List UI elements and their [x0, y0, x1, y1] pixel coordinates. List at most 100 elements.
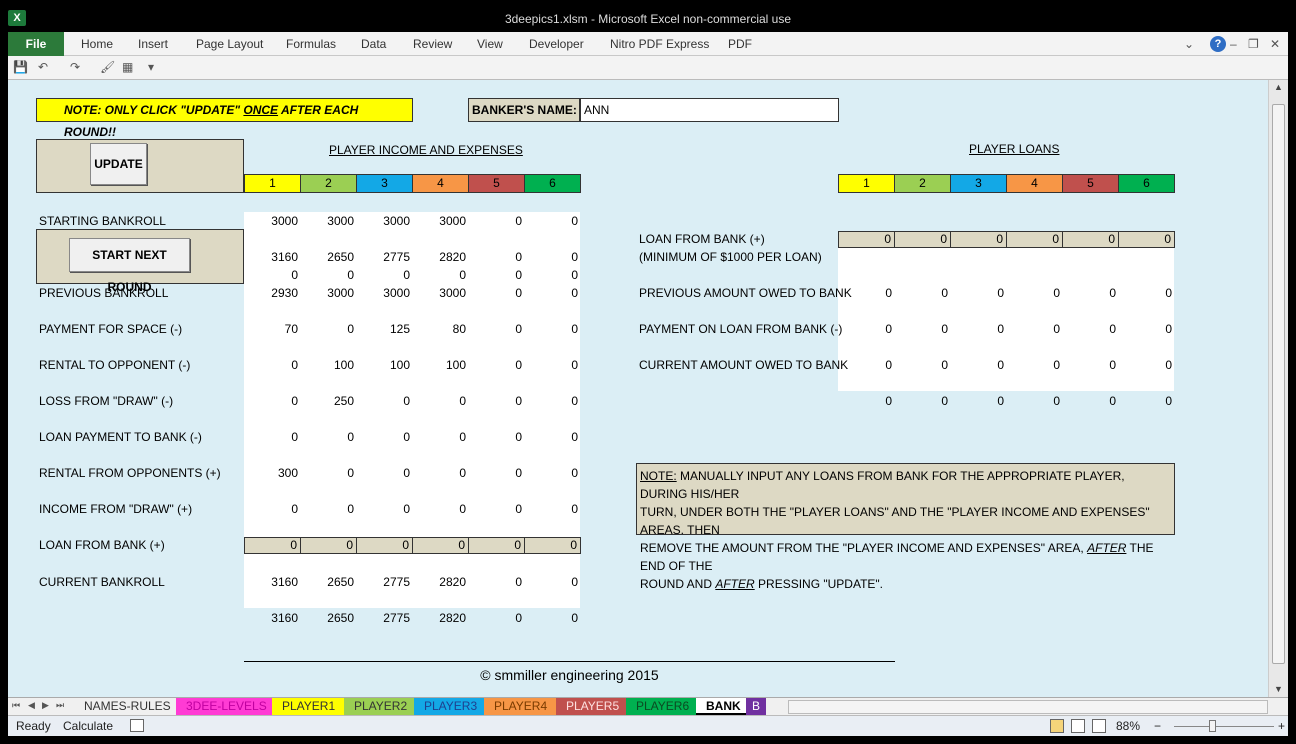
- income-cell[interactable]: 0: [356, 394, 410, 408]
- loan-cell[interactable]: 0: [950, 358, 1004, 372]
- loan-cell[interactable]: 0: [1062, 286, 1116, 300]
- income-cell[interactable]: 3000: [412, 214, 466, 228]
- sheet-tab[interactable]: 3DEE-LEVELS: [176, 698, 277, 715]
- income-cell[interactable]: 0: [244, 537, 301, 554]
- income-cell[interactable]: 0: [356, 466, 410, 480]
- income-cell[interactable]: 3000: [356, 214, 410, 228]
- tab-pdf[interactable]: PDF: [728, 37, 752, 51]
- tab-formulas[interactable]: Formulas: [286, 37, 336, 51]
- macro-record-icon[interactable]: [130, 719, 144, 732]
- income-cell[interactable]: 0: [300, 322, 354, 336]
- normal-view-icon[interactable]: [1050, 719, 1064, 733]
- vertical-scroll-thumb[interactable]: [1272, 104, 1285, 664]
- help-icon[interactable]: ?: [1210, 36, 1226, 52]
- income-cell[interactable]: 2775: [356, 575, 410, 589]
- income-cell[interactable]: 0: [412, 537, 469, 554]
- income-cell[interactable]: 0: [524, 466, 578, 480]
- sheet-tab[interactable]: BANK: [696, 698, 751, 715]
- income-cell[interactable]: 0: [468, 250, 522, 264]
- vertical-scrollbar[interactable]: ▲ ▼: [1268, 80, 1288, 697]
- income-cell[interactable]: 125: [356, 322, 410, 336]
- loan-cell[interactable]: 0: [1118, 394, 1172, 408]
- income-cell[interactable]: 0: [356, 502, 410, 516]
- income-cell[interactable]: 0: [356, 537, 413, 554]
- tab-insert[interactable]: Insert: [138, 37, 168, 51]
- income-cell[interactable]: 0: [300, 466, 354, 480]
- income-cell[interactable]: 0: [468, 575, 522, 589]
- sheet-tab[interactable]: PLAYER3: [414, 698, 488, 715]
- banker-name-cell[interactable]: ANN: [580, 98, 839, 122]
- income-cell[interactable]: 0: [244, 394, 298, 408]
- income-cell[interactable]: 70: [244, 322, 298, 336]
- income-cell[interactable]: 0: [468, 430, 522, 444]
- minimize-ribbon-icon[interactable]: ⌄: [1184, 37, 1194, 51]
- income-cell[interactable]: 2820: [412, 611, 466, 625]
- file-tab[interactable]: File: [8, 32, 64, 56]
- tab-page-layout[interactable]: Page Layout: [196, 37, 263, 51]
- income-cell[interactable]: 0: [412, 430, 466, 444]
- income-cell[interactable]: 0: [524, 286, 578, 300]
- loan-cell[interactable]: 0: [950, 286, 1004, 300]
- income-cell[interactable]: 0: [244, 358, 298, 372]
- next-sheet-icon[interactable]: ▶: [42, 700, 49, 711]
- zoom-in-icon[interactable]: +: [1278, 719, 1285, 733]
- loan-cell[interactable]: 0: [950, 322, 1004, 336]
- page-break-view-icon[interactable]: [1092, 719, 1106, 733]
- sheet-tab[interactable]: PLAYER4: [484, 698, 558, 715]
- income-cell[interactable]: 0: [300, 430, 354, 444]
- income-cell[interactable]: 0: [356, 430, 410, 444]
- income-cell[interactable]: 0: [524, 250, 578, 264]
- income-cell[interactable]: 0: [468, 537, 525, 554]
- income-cell[interactable]: 3000: [244, 214, 298, 228]
- income-cell[interactable]: 0: [468, 394, 522, 408]
- sheet-tab[interactable]: PLAYER1: [272, 698, 346, 715]
- income-cell[interactable]: 250: [300, 394, 354, 408]
- workbook-minimize-icon[interactable]: –: [1230, 37, 1237, 51]
- income-cell[interactable]: 0: [244, 502, 298, 516]
- loan-cell[interactable]: 0: [1062, 394, 1116, 408]
- sheet-tab[interactable]: PLAYER5: [556, 698, 630, 715]
- loan-cell[interactable]: 0: [838, 286, 892, 300]
- income-cell[interactable]: 0: [524, 214, 578, 228]
- income-cell[interactable]: 3160: [244, 575, 298, 589]
- loan-cell[interactable]: 0: [894, 358, 948, 372]
- undo-icon[interactable]: ↶: [38, 60, 48, 74]
- loan-cell[interactable]: 0: [838, 394, 892, 408]
- update-button[interactable]: UPDATE: [90, 143, 147, 185]
- sheet-tab[interactable]: B: [746, 698, 767, 715]
- income-cell[interactable]: 3000: [356, 286, 410, 300]
- income-cell[interactable]: 2775: [356, 611, 410, 625]
- tab-home[interactable]: Home: [81, 37, 113, 51]
- income-cell[interactable]: 2775: [356, 250, 410, 264]
- zoom-slider-track[interactable]: [1174, 726, 1274, 727]
- income-cell[interactable]: 80: [412, 322, 466, 336]
- income-cell[interactable]: 0: [524, 575, 578, 589]
- income-cell[interactable]: 3160: [244, 250, 298, 264]
- loan-cell[interactable]: 0: [1062, 358, 1116, 372]
- income-cell[interactable]: 0: [244, 430, 298, 444]
- zoom-out-icon[interactable]: −: [1154, 719, 1161, 733]
- income-cell[interactable]: 0: [300, 502, 354, 516]
- income-cell[interactable]: 0: [468, 466, 522, 480]
- income-cell[interactable]: 0: [468, 358, 522, 372]
- income-cell[interactable]: 100: [412, 358, 466, 372]
- loan-cell[interactable]: 0: [894, 231, 951, 248]
- horizontal-scrollbar[interactable]: [788, 700, 1268, 714]
- income-cell[interactable]: 3000: [300, 286, 354, 300]
- customize-qat-icon[interactable]: ▾: [148, 60, 154, 74]
- workbook-restore-icon[interactable]: ❐: [1248, 37, 1259, 51]
- loan-cell[interactable]: 0: [1006, 394, 1060, 408]
- status-calculate[interactable]: Calculate: [63, 719, 113, 733]
- last-sheet-icon[interactable]: ⏭: [56, 700, 64, 711]
- format-painter-icon[interactable]: 🖌: [100, 60, 115, 74]
- loan-cell[interactable]: 0: [950, 231, 1007, 248]
- income-cell[interactable]: 100: [300, 358, 354, 372]
- income-cell[interactable]: 0: [524, 394, 578, 408]
- income-cell[interactable]: 0: [412, 268, 466, 282]
- income-cell[interactable]: 0: [468, 502, 522, 516]
- income-cell[interactable]: 300: [244, 466, 298, 480]
- loan-cell[interactable]: 0: [1006, 286, 1060, 300]
- loan-cell[interactable]: 0: [838, 322, 892, 336]
- loan-cell[interactable]: 0: [894, 322, 948, 336]
- income-cell[interactable]: 0: [300, 268, 354, 282]
